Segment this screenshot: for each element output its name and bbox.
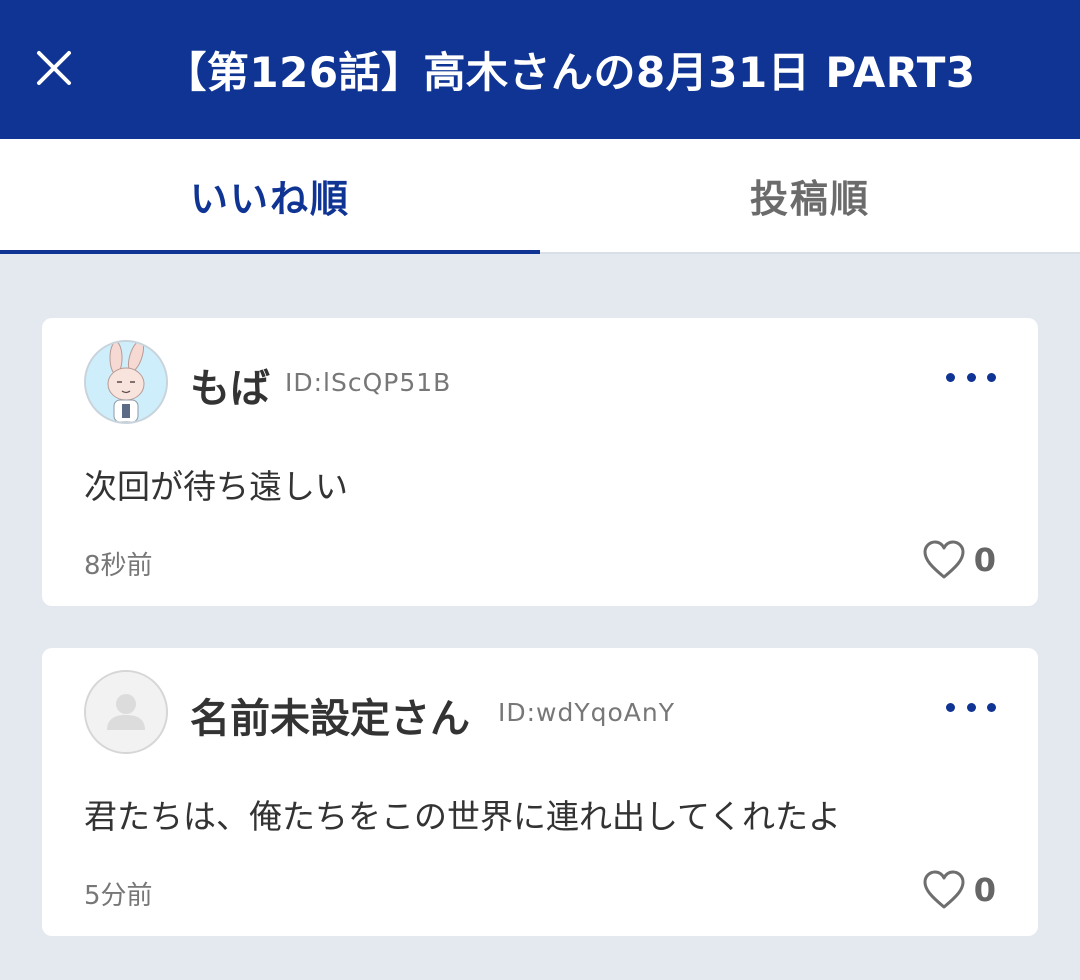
dot — [987, 702, 996, 712]
dot — [946, 702, 955, 712]
timestamp: 8秒前 — [84, 551, 153, 581]
dot — [946, 372, 955, 382]
dot — [966, 372, 976, 382]
tab-post-order[interactable]: 投稿順 — [540, 139, 1080, 252]
page-title: 【第126話】高木さんの8月31日 PART3 — [164, 48, 976, 97]
username[interactable]: もば — [190, 356, 270, 414]
user-id: ID:wdYqoAnY — [498, 698, 676, 727]
close-icon — [37, 51, 71, 85]
comment-text: 君たちは、俺たちをこの世界に連れ出してくれたよ — [84, 797, 842, 836]
like-button[interactable]: 0 — [922, 538, 996, 582]
like-button[interactable]: 0 — [922, 868, 996, 912]
sort-tabs: いいね順 投稿順 — [0, 139, 1080, 254]
comment-card: もば ID:lScQP51B 次回が待ち遠しい 8秒前 0 — [42, 318, 1038, 606]
comment-text: 次回が待ち遠しい — [84, 467, 348, 506]
dot — [966, 702, 976, 712]
more-options-button[interactable] — [946, 362, 996, 392]
default-user-avatar-icon — [86, 672, 166, 752]
avatar[interactable] — [84, 670, 168, 754]
like-count: 0 — [973, 871, 996, 909]
timestamp: 5分前 — [84, 881, 153, 911]
comment-card: 名前未設定さん ID:wdYqoAnY 君たちは、俺たちをこの世界に連れ出してく… — [42, 648, 1038, 936]
user-id: ID:lScQP51B — [285, 368, 452, 397]
like-count: 0 — [973, 541, 996, 579]
avatar[interactable] — [84, 340, 168, 424]
heart-icon — [923, 870, 965, 909]
more-options-button[interactable] — [946, 692, 996, 722]
heart-icon — [923, 540, 965, 579]
rabbit-avatar-icon — [86, 342, 166, 422]
tab-likes-order[interactable]: いいね順 — [0, 139, 540, 254]
app-header: 【第126話】高木さんの8月31日 PART3 — [0, 0, 1080, 139]
dot — [987, 372, 996, 382]
username[interactable]: 名前未設定さん — [190, 686, 470, 744]
close-button[interactable] — [28, 42, 80, 94]
